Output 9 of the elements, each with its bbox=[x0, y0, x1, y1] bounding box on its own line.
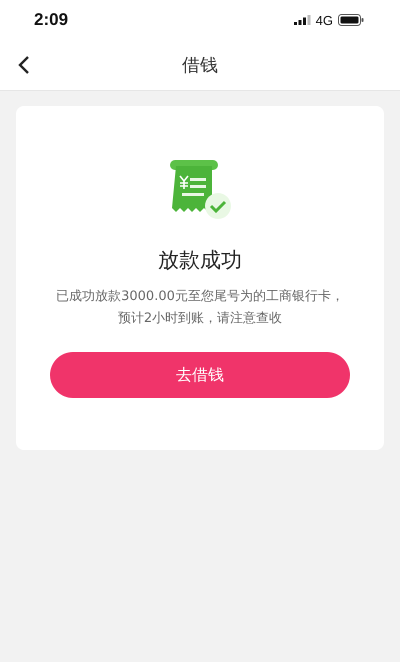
battery-icon bbox=[338, 14, 364, 26]
clock-time: 2:09 bbox=[34, 10, 68, 30]
network-label: 4G bbox=[316, 12, 333, 28]
borrow-button[interactable]: 去借钱 bbox=[50, 352, 350, 398]
page-title: 借钱 bbox=[182, 54, 218, 77]
signal-icon bbox=[294, 15, 311, 25]
success-message: 已成功放款3000.00元至您尾号为的工商银行卡，预计2小时到账，请注意查收 bbox=[55, 288, 345, 328]
back-icon bbox=[18, 56, 30, 74]
success-title: 放款成功 bbox=[158, 247, 242, 274]
